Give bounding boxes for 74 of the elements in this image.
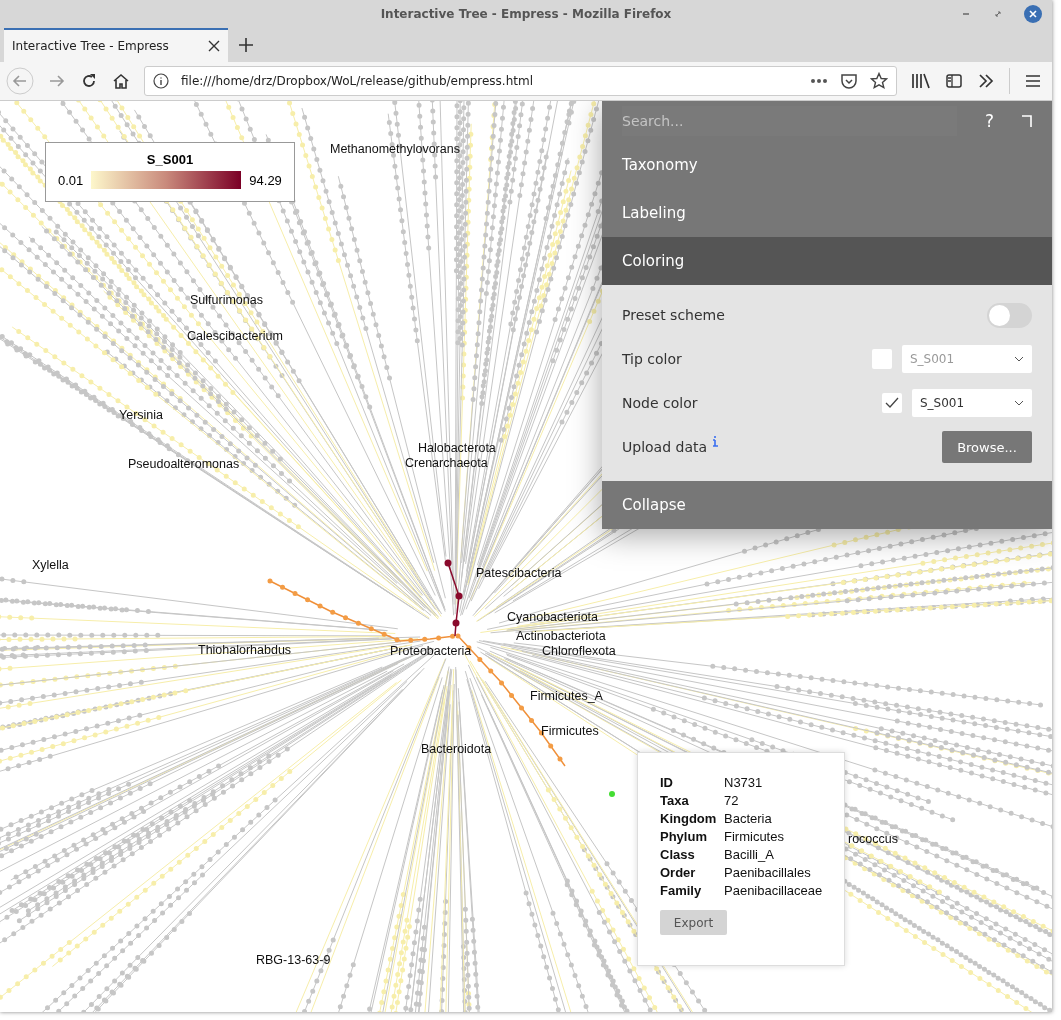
close-icon[interactable] [1024,5,1042,23]
info-key: Order [660,865,724,880]
url-text: file:///home/drz/Dropbox/WoL/release/github/empress.html [181,74,534,88]
address-bar[interactable]: file:///home/drz/Dropbox/WoL/release/github/empress.html [144,66,897,96]
option-label: Upload data [622,439,708,455]
info-value: Paenibacillaceae [724,883,823,898]
clade-label: Crenarchaeota [405,455,488,471]
info-value: Bacteria [724,811,773,826]
clade-label: Bacteroidota [421,741,492,757]
corner-icon[interactable] [1022,115,1032,127]
clade-label: Pseudoalteromonas [128,456,240,472]
legend-min: 0.01 [58,172,84,188]
pocket-icon[interactable] [840,72,858,90]
option-label: Preset scheme [622,307,725,323]
checkbox[interactable] [872,349,892,369]
plus-icon[interactable] [238,37,254,53]
clade-label: Firmicutes_A [530,688,603,704]
panel-section-header[interactable]: Collapse [602,481,1052,529]
info-key: Phylum [660,829,724,844]
info-icon[interactable] [153,73,169,89]
clade-label: Halobacterota [418,440,496,456]
reload-icon[interactable] [80,72,98,90]
browse-button[interactable]: Browse... [942,431,1032,463]
clade-label: Methanomethylovorans [330,141,460,157]
clade-label: rococcus [848,831,899,847]
more-icon[interactable] [810,78,828,84]
chevron-down-icon [1014,356,1024,362]
option-label: Node color [622,395,698,411]
info-value: 72 [724,793,740,808]
info-value: N3731 [724,775,764,790]
info-value: Bacilli_A [724,847,775,862]
clade-label: Chloroflexota [542,643,616,659]
window-title: Interactive Tree - Empress - Mozilla Firefox [380,7,672,21]
export-button[interactable]: Export [660,910,727,935]
clade-label: Calescibacterium [187,328,283,344]
clade-label: Thiohalorhabdus [198,642,292,658]
clade-label: Proteobacteria [390,643,472,659]
sample-dropdown[interactable]: S_S001 [912,389,1032,417]
clade-label: RBG-13-63-9 [256,952,331,968]
info-key: Taxa [660,793,724,808]
legend-title: S_S001 [145,152,195,167]
info-key: Class [660,847,724,862]
info-key: Family [660,883,724,898]
panel-section-header[interactable]: Coloring [602,237,1052,285]
option-label: Tip color [622,351,682,367]
info-value: Firmicutes [724,829,785,844]
browser-tab[interactable]: Interactive Tree - Empress [4,28,228,62]
chevron-down-icon [1014,400,1024,406]
tab-title: Interactive Tree - Empress [12,39,169,53]
home-icon[interactable] [112,72,130,90]
info-key: Kingdom [660,811,724,826]
sidebar-icon[interactable] [945,72,963,90]
clade-label: Patescibacteria [476,565,562,581]
library-icon[interactable] [911,72,931,90]
info-key: ID [660,775,724,790]
restore-icon[interactable] [992,8,1004,20]
clade-label: Sulfurimonas [190,292,263,308]
panel-section-header[interactable]: Labeling [602,189,1052,237]
clade-label: Firmicutes [541,723,599,739]
star-icon[interactable] [870,72,888,90]
clade-label: Cyanobacteriota [507,609,599,625]
panel-section-header[interactable]: Taxonomy [602,141,1052,189]
toggle-switch[interactable] [987,302,1032,328]
help-button[interactable]: ? [984,111,994,131]
menu-icon[interactable] [1024,72,1042,90]
clade-label: Actinobacteriota [516,628,606,644]
info-value: Paenibacillales [724,865,812,880]
legend-max: 94.29 [249,172,282,188]
checkbox[interactable] [882,393,902,413]
clade-label: Xylella [32,557,69,573]
close-icon[interactable] [208,40,220,52]
sample-dropdown[interactable]: S_S001 [902,345,1032,373]
clade-label: Yersinia [119,407,163,423]
chevrons-icon[interactable] [977,72,995,90]
